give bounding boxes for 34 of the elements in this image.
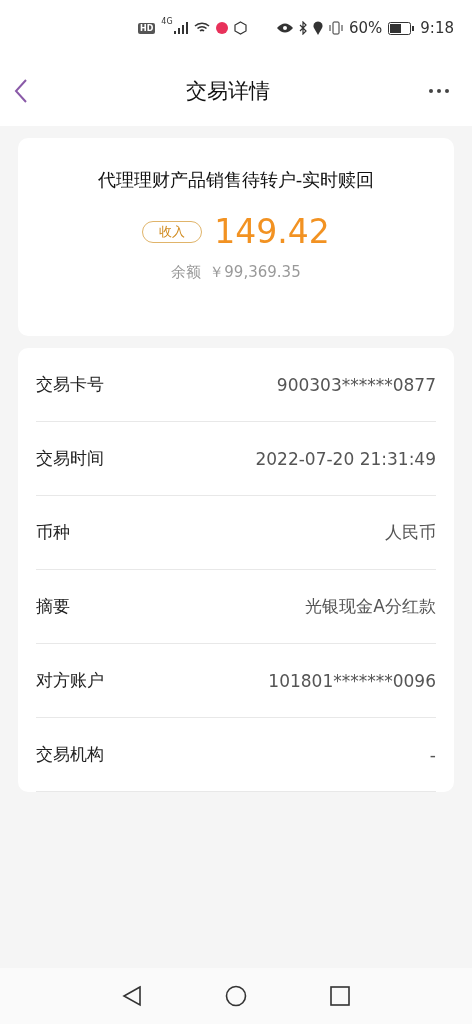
circle-home-icon xyxy=(225,985,247,1007)
battery-percent: 60% xyxy=(348,19,383,37)
clock: 9:18 xyxy=(420,19,454,37)
detail-value: - xyxy=(429,744,436,765)
detail-label: 交易卡号 xyxy=(36,373,104,396)
hd-indicator: HD xyxy=(138,22,156,34)
eye-icon xyxy=(276,23,293,33)
vibrate-icon xyxy=(328,21,343,35)
network-type: 4G xyxy=(161,17,173,26)
battery-icon xyxy=(388,21,415,35)
location-icon xyxy=(312,21,323,35)
balance-value: ￥99,369.35 xyxy=(209,263,301,282)
balance-label: 余额 xyxy=(171,263,202,282)
triangle-back-icon xyxy=(121,985,142,1007)
page-title: 交易详情 xyxy=(185,78,271,105)
detail-value: 101801*******0096 xyxy=(268,670,436,691)
wifi-icon xyxy=(193,22,210,34)
detail-label: 交易时间 xyxy=(36,447,104,470)
detail-label: 币种 xyxy=(36,521,70,544)
detail-label: 对方账户 xyxy=(36,669,104,692)
bluetooth-icon xyxy=(298,21,307,35)
detail-label: 摘要 xyxy=(36,595,70,618)
detail-value: 光银现金A分红款 xyxy=(305,595,436,618)
transaction-title: 代理理财产品销售待转户-实时赎回 xyxy=(97,168,375,192)
detail-value: 人民币 xyxy=(385,521,436,544)
amount: 149.42 xyxy=(214,212,330,251)
chevron-left-icon xyxy=(14,78,28,104)
detail-label: 交易机构 xyxy=(36,743,104,766)
detail-value: 900303******0877 xyxy=(276,374,436,395)
signal-icon xyxy=(173,22,188,34)
detail-value: 2022-07-20 21:31:49 xyxy=(255,448,436,469)
square-recents-icon xyxy=(330,986,351,1006)
notification-dot-icon xyxy=(215,22,228,34)
more-icon xyxy=(428,88,450,94)
